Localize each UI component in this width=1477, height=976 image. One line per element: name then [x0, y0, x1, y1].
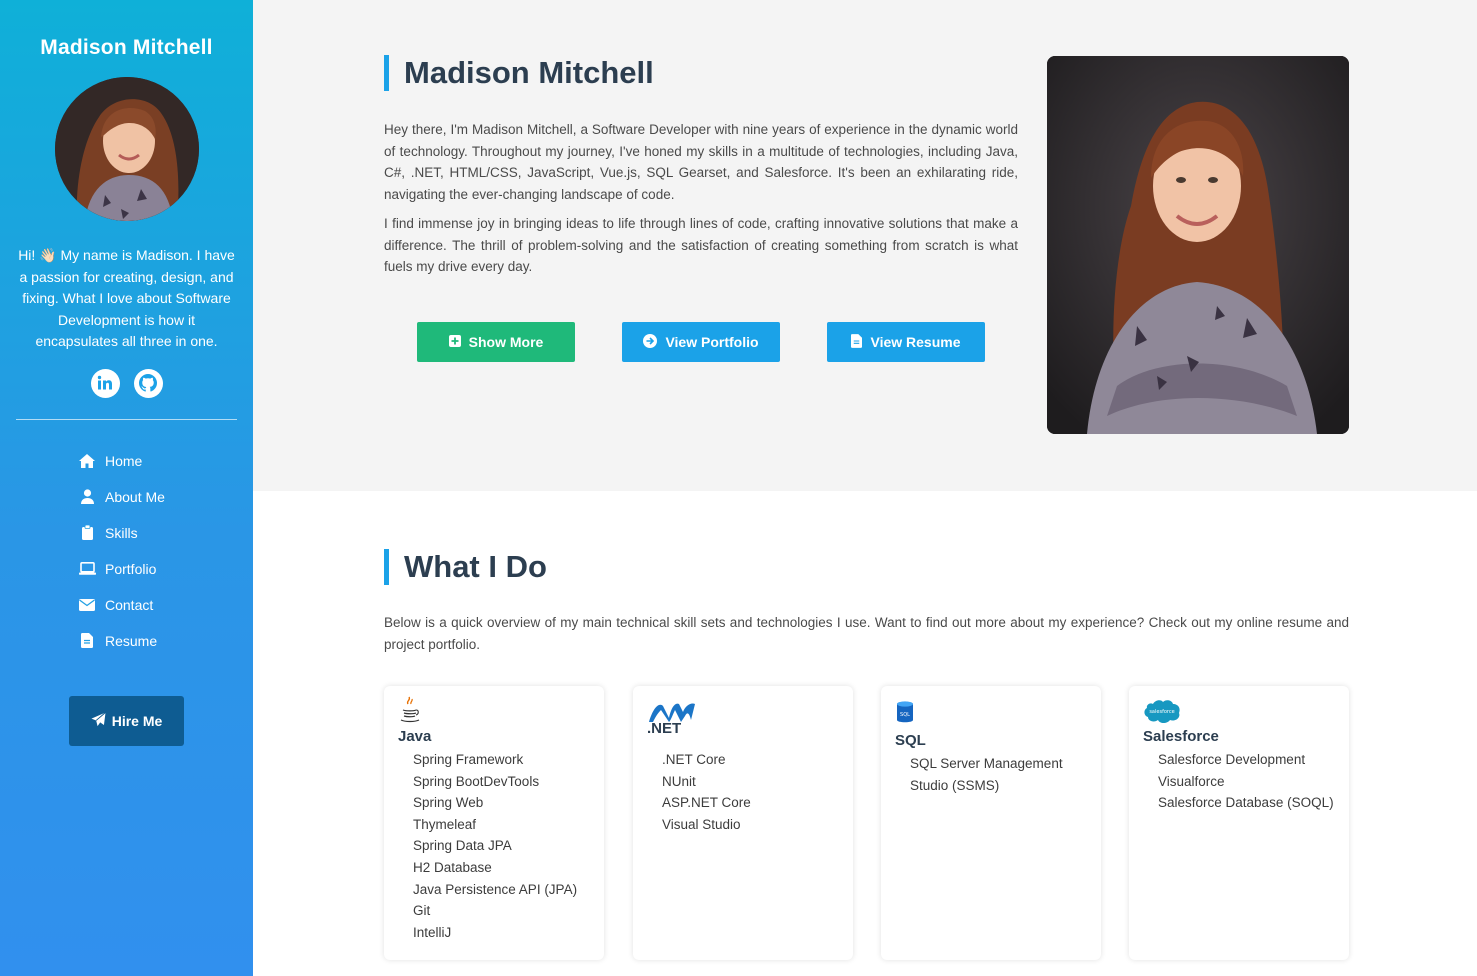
- home-icon: [78, 453, 96, 468]
- show-more-label: Show More: [468, 334, 544, 350]
- nav-item-resume[interactable]: Resume: [78, 623, 253, 659]
- list-item: Visualforce: [1158, 773, 1225, 789]
- what-i-do-section: What I Do Below is a quick overview of m…: [253, 491, 1477, 976]
- skill-list: SQL Server Management Studio (SSMS): [895, 753, 1087, 796]
- list-item: Thymeleaf: [413, 816, 477, 832]
- show-more-button[interactable]: Show More: [417, 322, 575, 362]
- list-item: Salesforce Development: [1158, 752, 1306, 767]
- file-icon: [851, 333, 863, 351]
- list-item: Spring BootDevTools: [413, 773, 540, 789]
- skill-card-java: Java Spring Framework Spring BootDevTool…: [384, 686, 604, 960]
- laptop-icon: [78, 562, 96, 576]
- svg-text:salesforce: salesforce: [1149, 709, 1174, 715]
- hero-paragraph-1: Hey there, I'm Madison Mitchell, a Softw…: [384, 122, 1018, 202]
- view-portfolio-label: View Portfolio: [665, 334, 759, 350]
- nav-item-portfolio[interactable]: Portfolio: [78, 551, 253, 587]
- hero-paragraph-2: I find immense joy in bringing ideas to …: [384, 216, 1018, 275]
- list-item: Spring Web: [413, 795, 484, 811]
- nav-item-home[interactable]: Home: [78, 443, 253, 479]
- nav-item-about[interactable]: About Me: [78, 479, 253, 515]
- skill-card-title: .NET: [647, 720, 682, 737]
- skill-card-title: SQL: [895, 732, 926, 749]
- skill-card-salesforce: salesforce Salesforce Salesforce Develop…: [1129, 686, 1349, 960]
- sidebar-divider: [16, 418, 237, 420]
- salesforce-icon: salesforce: [1143, 696, 1335, 724]
- skill-card-dotnet: .NET .NET Core NUnit ASP.NET Core Visual…: [633, 686, 853, 960]
- arrow-circle-right-icon: [643, 333, 658, 351]
- envelope-icon: [78, 598, 96, 611]
- skill-list: Salesforce Development Visualforce Sales…: [1143, 749, 1335, 814]
- list-item: Visual Studio: [662, 816, 741, 832]
- sidebar-bio: Hi! 👋🏻 My name is Madison. I have a pass…: [18, 247, 235, 350]
- linkedin-icon[interactable]: [90, 368, 120, 398]
- sidebar-name: Madison Mitchell: [40, 36, 213, 59]
- profile-photo: [1047, 56, 1349, 434]
- list-item: ASP.NET Core: [662, 795, 751, 811]
- list-item: Salesforce Database (SOQL): [1158, 795, 1334, 811]
- section-title: What I Do: [404, 549, 547, 584]
- hire-me-button[interactable]: Hire Me: [69, 695, 184, 746]
- list-item: Git: [413, 903, 431, 919]
- hero-section: Madison Mitchell Hey there, I'm Madison …: [253, 0, 1477, 491]
- what-i-do-title: What I Do: [384, 549, 547, 585]
- sql-icon: SQL: [895, 696, 1087, 724]
- view-portfolio-button[interactable]: View Portfolio: [622, 322, 780, 362]
- nav-label: Resume: [105, 632, 158, 649]
- user-icon: [78, 489, 96, 505]
- list-item: IntelliJ: [413, 924, 452, 940]
- nav-label: Home: [105, 452, 143, 469]
- nav-item-contact[interactable]: Contact: [78, 587, 253, 623]
- social-links: [0, 368, 253, 398]
- list-item: Spring Framework: [413, 752, 524, 767]
- nav-label: Skills: [105, 524, 138, 541]
- java-icon: [398, 696, 590, 724]
- clipboard-icon: [78, 525, 96, 541]
- nav-label: Contact: [105, 596, 154, 613]
- list-item: .NET Core: [662, 752, 726, 767]
- title-accent-bar: [384, 549, 389, 585]
- skill-list: Spring Framework Spring BootDevTools Spr…: [398, 749, 590, 943]
- nav-item-skills[interactable]: Skills: [78, 515, 253, 551]
- hire-me-label: Hire Me: [111, 712, 163, 729]
- sidebar: Madison Mitchell Hi! 👋🏻 My name is Madis…: [0, 0, 253, 976]
- plus-square-icon: [448, 334, 461, 350]
- svg-text:SQL: SQL: [900, 712, 910, 718]
- skill-list: .NET Core NUnit ASP.NET Core Visual Stud…: [647, 749, 839, 835]
- list-item: Spring Data JPA: [413, 838, 512, 854]
- nav-label: About Me: [105, 488, 165, 505]
- skill-card-title: Java: [398, 728, 432, 745]
- what-i-do-intro: Below is a quick overview of my main tec…: [384, 615, 1349, 652]
- github-icon[interactable]: [133, 368, 163, 398]
- hero-title: Madison Mitchell: [384, 55, 654, 91]
- title-accent-bar: [384, 55, 389, 91]
- view-resume-button[interactable]: View Resume: [827, 322, 985, 362]
- skill-card-title: Salesforce: [1143, 728, 1219, 745]
- list-item: Java Persistence API (JPA): [413, 881, 578, 897]
- list-item: SQL Server Management Studio (SSMS): [910, 756, 1063, 793]
- skill-card-sql: SQL SQL SQL Server Management Studio (SS…: [881, 686, 1101, 960]
- list-item: NUnit: [662, 773, 696, 789]
- page-title: Madison Mitchell: [404, 55, 654, 90]
- paper-plane-icon: [91, 712, 106, 730]
- avatar: [54, 77, 199, 221]
- file-icon: [78, 633, 96, 649]
- sidebar-nav: Home About Me Skills Portfolio Contact R…: [0, 443, 253, 659]
- view-resume-label: View Resume: [870, 334, 961, 350]
- list-item: H2 Database: [413, 859, 492, 875]
- nav-label: Portfolio: [105, 560, 157, 577]
